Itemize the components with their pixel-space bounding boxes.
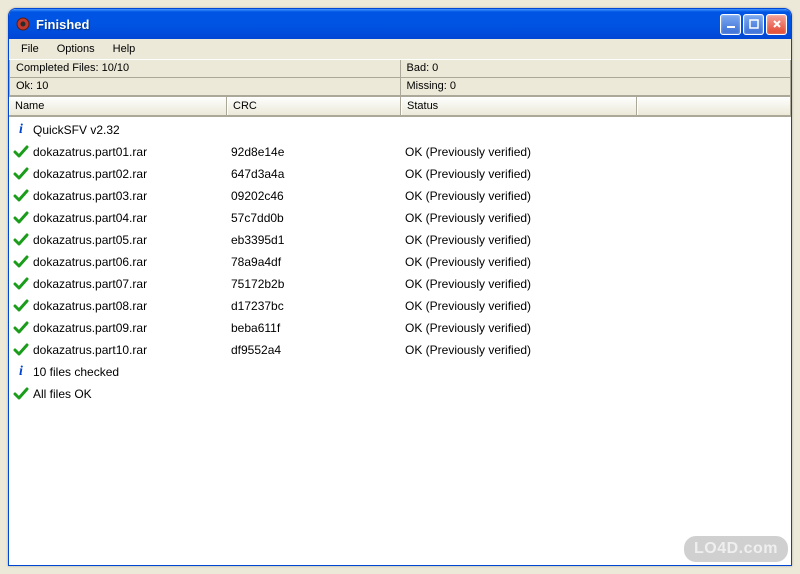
cell-status: OK (Previously verified): [405, 343, 787, 357]
list-row[interactable]: dokazatrus.part03.rar09202c46OK (Previou…: [9, 185, 791, 207]
cell-crc: 78a9a4df: [231, 255, 405, 269]
cell-name: dokazatrus.part07.rar: [33, 277, 231, 291]
window-controls: [720, 14, 787, 35]
cell-crc: beba611f: [231, 321, 405, 335]
info-icon: i: [13, 364, 29, 380]
file-list[interactable]: i QuickSFV v2.32 dokazatrus.part01.rar92d8…: [9, 117, 791, 565]
list-row[interactable]: All files OK: [9, 383, 791, 405]
check-icon: [13, 166, 29, 182]
cell-status: OK (Previously verified): [405, 145, 787, 159]
column-header-status[interactable]: Status: [401, 97, 637, 116]
maximize-button[interactable]: [743, 14, 764, 35]
list-row[interactable]: dokazatrus.part01.rar92d8e14eOK (Previou…: [9, 141, 791, 163]
list-row[interactable]: dokazatrus.part09.rarbeba611fOK (Previou…: [9, 317, 791, 339]
list-row[interactable]: dokazatrus.part05.rareb3395d1OK (Previou…: [9, 229, 791, 251]
list-header: Name CRC Status: [9, 97, 791, 117]
cell-crc: 647d3a4a: [231, 167, 405, 181]
info-icon: i: [13, 122, 29, 138]
menu-bar: File Options Help: [9, 39, 791, 59]
info-ok: Ok: 10: [9, 78, 401, 96]
list-row[interactable]: dokazatrus.part06.rar78a9a4dfOK (Previou…: [9, 251, 791, 273]
cell-crc: 92d8e14e: [231, 145, 405, 159]
minimize-button[interactable]: [720, 14, 741, 35]
menu-options[interactable]: Options: [49, 41, 103, 57]
cell-status: OK (Previously verified): [405, 189, 787, 203]
check-icon: [13, 232, 29, 248]
list-row[interactable]: dokazatrus.part04.rar57c7dd0bOK (Previou…: [9, 207, 791, 229]
info-panel: Completed Files: 10/10 Bad: 0 Ok: 10 Mis…: [9, 59, 791, 97]
check-icon: [13, 276, 29, 292]
list-row[interactable]: dokazatrus.part10.rardf9552a4OK (Previou…: [9, 339, 791, 361]
column-header-name[interactable]: Name: [9, 97, 227, 116]
cell-status: OK (Previously verified): [405, 167, 787, 181]
cell-status: OK (Previously verified): [405, 211, 787, 225]
cell-name: dokazatrus.part05.rar: [33, 233, 231, 247]
cell-crc: df9552a4: [231, 343, 405, 357]
cell-name: dokazatrus.part03.rar: [33, 189, 231, 203]
cell-crc: d17237bc: [231, 299, 405, 313]
info-bad: Bad: 0: [401, 60, 792, 78]
close-button[interactable]: [766, 14, 787, 35]
app-icon: [15, 16, 31, 32]
cell-name: dokazatrus.part06.rar: [33, 255, 231, 269]
cell-name: 10 files checked: [33, 365, 231, 379]
check-icon: [13, 320, 29, 336]
watermark: LO4D.com: [684, 536, 788, 562]
cell-status: OK (Previously verified): [405, 255, 787, 269]
list-row[interactable]: dokazatrus.part07.rar75172b2bOK (Previou…: [9, 273, 791, 295]
list-row[interactable]: i 10 files checked: [9, 361, 791, 383]
column-header-crc[interactable]: CRC: [227, 97, 401, 116]
cell-crc: 09202c46: [231, 189, 405, 203]
cell-name: dokazatrus.part10.rar: [33, 343, 231, 357]
cell-name: dokazatrus.part08.rar: [33, 299, 231, 313]
menu-help[interactable]: Help: [105, 41, 144, 57]
check-icon: [13, 144, 29, 160]
titlebar[interactable]: Finished: [9, 9, 791, 39]
info-missing: Missing: 0: [401, 78, 792, 96]
list-row[interactable]: dokazatrus.part08.rard17237bcOK (Previou…: [9, 295, 791, 317]
cell-name: QuickSFV v2.32: [33, 123, 231, 137]
cell-name: dokazatrus.part02.rar: [33, 167, 231, 181]
cell-name: dokazatrus.part01.rar: [33, 145, 231, 159]
check-icon: [13, 298, 29, 314]
list-row[interactable]: dokazatrus.part02.rar647d3a4aOK (Previou…: [9, 163, 791, 185]
cell-status: OK (Previously verified): [405, 299, 787, 313]
info-completed: Completed Files: 10/10: [9, 60, 401, 78]
check-icon: [13, 254, 29, 270]
check-icon: [13, 188, 29, 204]
cell-name: dokazatrus.part09.rar: [33, 321, 231, 335]
column-header-extra[interactable]: [637, 97, 791, 116]
app-window: Finished File Options Help Completed Fil…: [8, 8, 792, 566]
cell-name: dokazatrus.part04.rar: [33, 211, 231, 225]
cell-status: OK (Previously verified): [405, 233, 787, 247]
cell-name: All files OK: [33, 387, 231, 401]
check-icon: [13, 386, 29, 402]
menu-file[interactable]: File: [13, 41, 47, 57]
cell-status: OK (Previously verified): [405, 321, 787, 335]
list-row[interactable]: i QuickSFV v2.32: [9, 119, 791, 141]
cell-status: OK (Previously verified): [405, 277, 787, 291]
window-title: Finished: [36, 17, 720, 32]
check-icon: [13, 210, 29, 226]
cell-crc: 75172b2b: [231, 277, 405, 291]
check-icon: [13, 342, 29, 358]
cell-crc: 57c7dd0b: [231, 211, 405, 225]
cell-crc: eb3395d1: [231, 233, 405, 247]
